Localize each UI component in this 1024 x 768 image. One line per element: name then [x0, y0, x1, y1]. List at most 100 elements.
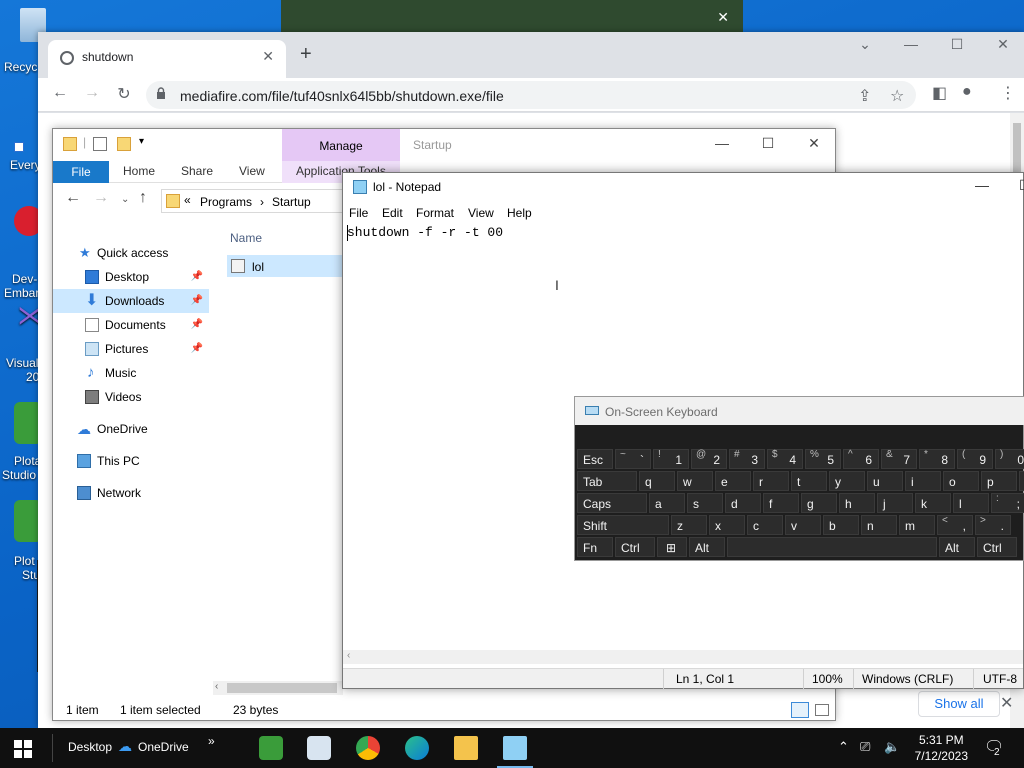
nav-onedrive[interactable]: ☁ OneDrive [53, 417, 209, 441]
bookmark-star-icon[interactable]: ☆ [890, 86, 904, 106]
osk-key[interactable]: m [899, 515, 935, 535]
maximize-button[interactable]: ☐ [745, 135, 791, 152]
taskbar-chrome-icon[interactable] [356, 736, 380, 760]
share-icon[interactable]: ⇪ [858, 86, 871, 106]
osk-key[interactable]: p [981, 471, 1017, 491]
background-close-button[interactable]: ✕ [717, 9, 729, 26]
nav-documents[interactable]: Documents 📌 [53, 313, 209, 337]
close-button[interactable]: ✕ [980, 36, 1024, 53]
nav-desktop[interactable]: Desktop 📌 [53, 265, 209, 289]
scroll-left-icon[interactable]: ‹ [347, 650, 350, 661]
osk-key[interactable]: Ctrl [615, 537, 655, 557]
nav-downloads[interactable]: ⬇ Downloads 📌 [53, 289, 209, 313]
profile-avatar-icon[interactable]: ● [962, 83, 972, 101]
reload-button[interactable]: ↻ [112, 84, 136, 106]
chevron-down-icon[interactable]: ⌄ [842, 36, 888, 53]
start-button[interactable] [14, 740, 32, 758]
desktop-icon-plotastudio-2[interactable]: Plot Stu [0, 500, 42, 582]
osk-key[interactable]: Alt [689, 537, 725, 557]
osk-key[interactable]: * 8 [919, 449, 955, 469]
file-item-lol[interactable]: lol [227, 255, 347, 277]
osk-key[interactable]: Fn [577, 537, 613, 557]
properties-icon[interactable] [93, 137, 107, 151]
osk-key[interactable]: x [709, 515, 745, 535]
osk-key[interactable]: Alt [939, 537, 975, 557]
notepad-text-area[interactable]: shutdown -f -r -t 00 [347, 225, 503, 240]
menu-format[interactable]: Format [416, 206, 454, 220]
osk-key[interactable]: >. [975, 515, 1011, 535]
osk-key[interactable]: Esc [577, 449, 613, 469]
osk-key[interactable]: a [649, 493, 685, 513]
osk-windows-key[interactable]: ⊞ [657, 537, 687, 557]
osk-key[interactable]: s [687, 493, 723, 513]
osk-key[interactable]: e [715, 471, 751, 491]
osk-key[interactable]: Ctrl [977, 537, 1017, 557]
close-button[interactable]: ✕ [791, 135, 837, 152]
ribbon-tab-view[interactable]: View [239, 164, 265, 178]
nav-music[interactable]: ♪ Music [53, 361, 209, 385]
osk-key[interactable]: @2 [691, 449, 727, 469]
breadcrumb-startup[interactable]: Startup [272, 195, 311, 209]
show-hidden-icons[interactable]: ⌃ [838, 739, 849, 755]
nav-pictures[interactable]: Pictures 📌 [53, 337, 209, 361]
osk-space-key[interactable] [727, 537, 937, 557]
maximize-button[interactable]: ☐ [934, 36, 980, 53]
minimize-button[interactable]: — [888, 36, 934, 52]
osk-key[interactable]: n [861, 515, 897, 535]
details-view-icon[interactable] [791, 702, 809, 718]
quick-access-dropdown-icon[interactable]: ▾ [139, 136, 144, 147]
tab-close-button[interactable]: ✕ [262, 48, 274, 65]
downloads-bar-close-button[interactable]: ✕ [1000, 693, 1013, 713]
osk-key[interactable]: Caps [577, 493, 647, 513]
osk-key[interactable]: ! 1 [653, 449, 689, 469]
osk-key[interactable]: (9 [957, 449, 993, 469]
up-button[interactable]: ↑ [139, 189, 147, 207]
large-icons-view-icon[interactable] [815, 704, 829, 716]
osk-key[interactable]: o [943, 471, 979, 491]
column-header-name[interactable]: Name [230, 231, 262, 245]
osk-key[interactable]: q [639, 471, 675, 491]
osk-key[interactable]: w [677, 471, 713, 491]
osk-key[interactable]: <, [937, 515, 973, 535]
osk-key[interactable]: c [747, 515, 783, 535]
toolbar-overflow[interactable]: » [208, 734, 215, 748]
system-clock[interactable]: 5:31 PM 7/12/2023 [915, 732, 968, 764]
nav-network[interactable]: Network [53, 481, 209, 505]
osk-key[interactable]: & 7 [881, 449, 917, 469]
osk-key[interactable]: i [905, 471, 941, 491]
taskbar-remote-desktop-icon[interactable] [307, 736, 331, 760]
breadcrumb-programs[interactable]: Programs [200, 195, 252, 209]
nav-videos[interactable]: Videos [53, 385, 209, 409]
osk-key[interactable]: % 5 [805, 449, 841, 469]
desktop-icon-visual-studio[interactable]: ⋊ Visual 20 [0, 302, 43, 384]
desktop-icon-recycle-bin[interactable]: Recyc [0, 8, 46, 74]
osk-key[interactable]: { [1019, 471, 1024, 491]
osk-key[interactable]: t [791, 471, 827, 491]
new-tab-button[interactable]: + [300, 43, 312, 66]
osk-key[interactable]: b [823, 515, 859, 535]
recent-locations-icon[interactable]: ⌄ [121, 194, 129, 205]
desktop-icon-embarcadero[interactable]: Embar Dev- [0, 206, 44, 300]
menu-view[interactable]: View [468, 206, 494, 220]
osk-key[interactable]: d [725, 493, 761, 513]
osk-key[interactable]: #3 [729, 449, 765, 469]
forward-button[interactable]: → [80, 84, 104, 106]
osk-key[interactable]: j [877, 493, 913, 513]
osk-key[interactable]: ) 0 [995, 449, 1024, 469]
osk-key[interactable]: g [801, 493, 837, 513]
new-folder-icon[interactable] [117, 137, 131, 151]
osk-key[interactable]: v [785, 515, 821, 535]
address-bar[interactable]: mediafire.com/file/tuf40snlx64l5bb/shutd… [146, 81, 916, 109]
onedrive-toolbar[interactable]: OneDrive [138, 740, 189, 754]
downloads-show-all-button[interactable]: Show all [918, 691, 1000, 717]
network-status-icon[interactable]: ⎚ [860, 739, 870, 755]
osk-key[interactable]: z [671, 515, 707, 535]
minimize-button[interactable]: — [699, 135, 745, 151]
osk-key[interactable]: u [867, 471, 903, 491]
back-button[interactable]: ← [65, 189, 81, 207]
osk-key[interactable]: r [753, 471, 789, 491]
osk-key[interactable]: y [829, 471, 865, 491]
taskbar-edge-icon[interactable] [405, 736, 429, 760]
ribbon-tab-file[interactable]: File [53, 161, 109, 183]
taskbar-plota-studio-icon[interactable] [259, 736, 283, 760]
